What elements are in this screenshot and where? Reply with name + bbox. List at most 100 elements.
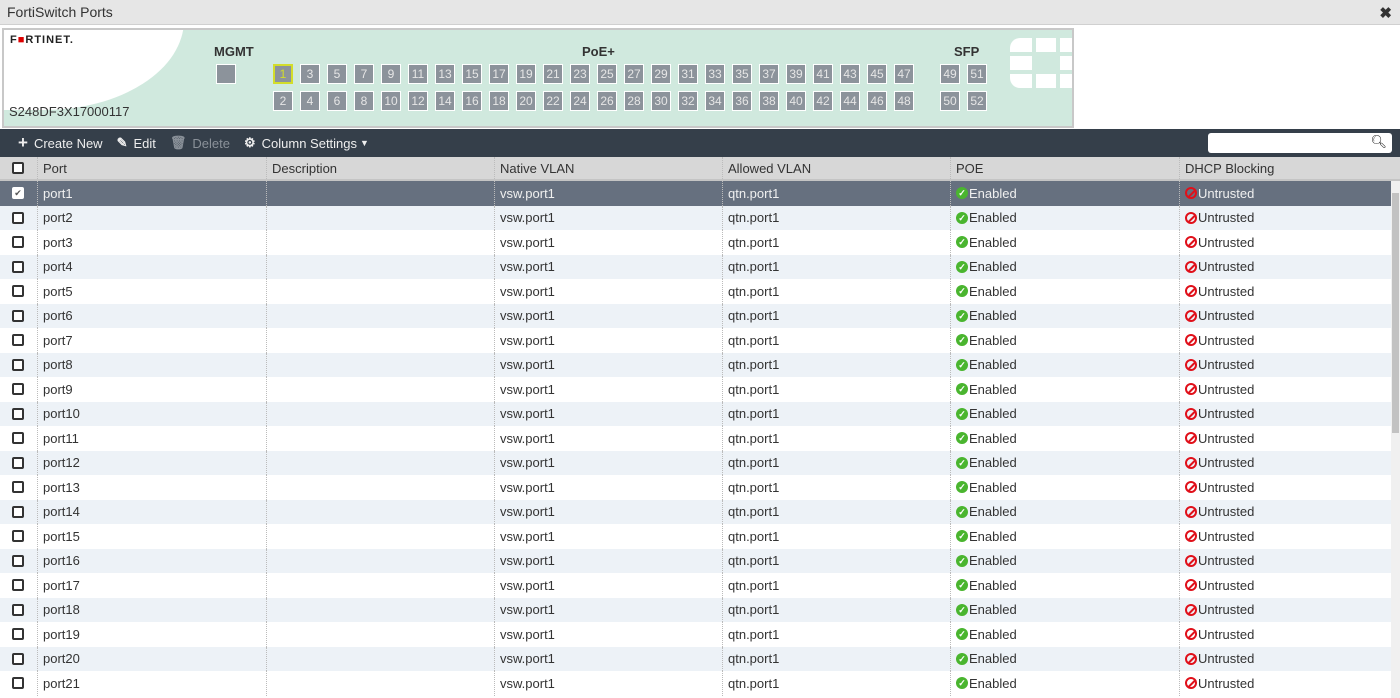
switch-port-51[interactable]: 51 xyxy=(967,64,987,84)
switch-port-46[interactable]: 46 xyxy=(867,91,887,111)
switch-port-38[interactable]: 38 xyxy=(759,91,779,111)
row-checkbox[interactable] xyxy=(12,628,24,640)
table-row[interactable]: port17 vsw.port1 qtn.port1 ✓ Enabled Untruste… xyxy=(0,573,1391,598)
switch-port-48[interactable]: 48 xyxy=(894,91,914,111)
row-checkbox[interactable] xyxy=(12,505,24,518)
switch-port-26[interactable]: 26 xyxy=(597,91,617,111)
table-row[interactable]: port19 vsw.port1 qtn.port1 ✓ Enabled Untruste… xyxy=(0,622,1391,647)
row-checkbox[interactable] xyxy=(12,432,24,444)
table-row[interactable]: port4 vsw.port1 qtn.port1 ✓ Enabled Untrusted xyxy=(0,254,1391,279)
switch-port-19[interactable]: 19 xyxy=(516,64,536,84)
switch-port-14[interactable]: 14 xyxy=(435,91,455,111)
switch-port-12[interactable]: 12 xyxy=(408,91,428,111)
switch-port-5[interactable]: 5 xyxy=(327,64,347,84)
switch-port-37[interactable]: 37 xyxy=(759,64,779,84)
scrollbar[interactable] xyxy=(1391,181,1400,698)
switch-port-7[interactable]: 7 xyxy=(354,64,374,84)
row-checkbox[interactable]: ✔ xyxy=(12,187,24,199)
table-row[interactable]: port5 vsw.port1 qtn.port1 ✓ Enabled Untrusted xyxy=(0,279,1391,304)
switch-port-41[interactable]: 41 xyxy=(813,64,833,84)
switch-port-17[interactable]: 17 xyxy=(489,64,509,84)
switch-port-33[interactable]: 33 xyxy=(705,64,725,84)
switch-port-10[interactable]: 10 xyxy=(381,91,401,111)
scrollbar-thumb[interactable] xyxy=(1392,193,1399,433)
row-checkbox[interactable] xyxy=(12,260,24,273)
switch-port-52[interactable]: 52 xyxy=(967,91,987,111)
switch-port-45[interactable]: 45 xyxy=(867,64,887,84)
table-row[interactable]: port12 vsw.port1 qtn.port1 ✓ Enabled Untruste… xyxy=(0,450,1391,475)
switch-port-27[interactable]: 27 xyxy=(624,64,644,84)
edit-button[interactable]: ✎ Edit xyxy=(117,135,156,151)
switch-port-43[interactable]: 43 xyxy=(840,64,860,84)
row-checkbox[interactable] xyxy=(12,334,24,346)
table-row[interactable]: port2 vsw.port1 qtn.port1 ✓ Enabled Untrusted xyxy=(0,205,1391,230)
switch-port-15[interactable]: 15 xyxy=(462,64,482,84)
table-row[interactable]: port10 vsw.port1 qtn.port1 ✓ Enabled Untruste… xyxy=(0,401,1391,426)
column-settings-button[interactable]: ⚙ Column Settings ▼ xyxy=(244,135,369,151)
select-all-checkbox[interactable] xyxy=(12,162,24,174)
switch-port-16[interactable]: 16 xyxy=(462,91,482,111)
table-row[interactable]: port15 vsw.port1 qtn.port1 ✓ Enabled Untruste… xyxy=(0,524,1391,549)
switch-port-3[interactable]: 3 xyxy=(300,64,320,84)
col-header-port[interactable]: Port xyxy=(37,157,67,179)
table-row[interactable]: port11 vsw.port1 qtn.port1 ✓ Enabled Untruste… xyxy=(0,426,1391,451)
row-checkbox[interactable] xyxy=(12,603,24,616)
search-input[interactable]: 🔍︎ xyxy=(1208,133,1392,153)
switch-port-44[interactable]: 44 xyxy=(840,91,860,111)
table-row[interactable]: port13 vsw.port1 qtn.port1 ✓ Enabled Untruste… xyxy=(0,475,1391,500)
col-header-allowed-vlan[interactable]: Allowed VLAN xyxy=(722,157,811,179)
row-checkbox[interactable] xyxy=(12,554,24,567)
switch-port-34[interactable]: 34 xyxy=(705,91,725,111)
col-header-poe[interactable]: POE xyxy=(950,157,983,179)
switch-port-4[interactable]: 4 xyxy=(300,91,320,111)
row-checkbox[interactable] xyxy=(12,456,24,469)
switch-port-49[interactable]: 49 xyxy=(940,64,960,84)
create-new-button[interactable]: + Create New xyxy=(18,133,103,153)
switch-port-47[interactable]: 47 xyxy=(894,64,914,84)
row-checkbox[interactable] xyxy=(12,407,24,420)
switch-port-2[interactable]: 2 xyxy=(273,91,293,111)
table-row[interactable]: port16 vsw.port1 qtn.port1 ✓ Enabled Untruste… xyxy=(0,548,1391,573)
switch-port-8[interactable]: 8 xyxy=(354,91,374,111)
row-checkbox[interactable] xyxy=(12,285,24,297)
switch-port-35[interactable]: 35 xyxy=(732,64,752,84)
switch-port-25[interactable]: 25 xyxy=(597,64,617,84)
switch-port-9[interactable]: 9 xyxy=(381,64,401,84)
switch-port-1[interactable]: 1 xyxy=(273,64,293,84)
switch-port-22[interactable]: 22 xyxy=(543,91,563,111)
row-checkbox[interactable] xyxy=(12,236,24,248)
switch-port-11[interactable]: 11 xyxy=(408,64,428,84)
switch-port-20[interactable]: 20 xyxy=(516,91,536,111)
col-header-native-vlan[interactable]: Native VLAN xyxy=(494,157,574,179)
switch-port-23[interactable]: 23 xyxy=(570,64,590,84)
row-checkbox[interactable] xyxy=(12,530,24,542)
switch-port-28[interactable]: 28 xyxy=(624,91,644,111)
row-checkbox[interactable] xyxy=(12,358,24,371)
switch-port-6[interactable]: 6 xyxy=(327,91,347,111)
mgmt-port[interactable] xyxy=(216,64,236,84)
table-row[interactable]: port6 vsw.port1 qtn.port1 ✓ Enabled Untrusted xyxy=(0,303,1391,328)
switch-port-29[interactable]: 29 xyxy=(651,64,671,84)
table-row[interactable]: port8 vsw.port1 qtn.port1 ✓ Enabled Untrusted xyxy=(0,352,1391,377)
switch-port-39[interactable]: 39 xyxy=(786,64,806,84)
row-checkbox[interactable] xyxy=(12,579,24,591)
col-header-description[interactable]: Description xyxy=(266,157,337,179)
table-row[interactable]: port14 vsw.port1 qtn.port1 ✓ Enabled Untruste… xyxy=(0,499,1391,524)
switch-port-18[interactable]: 18 xyxy=(489,91,509,111)
table-row[interactable]: port7 vsw.port1 qtn.port1 ✓ Enabled Untrusted xyxy=(0,328,1391,353)
switch-port-36[interactable]: 36 xyxy=(732,91,752,111)
switch-port-40[interactable]: 40 xyxy=(786,91,806,111)
table-row[interactable]: ✔ port1 vsw.port1 qtn.port1 ✓ Enabled Untruste… xyxy=(0,181,1391,206)
switch-port-42[interactable]: 42 xyxy=(813,91,833,111)
row-checkbox[interactable] xyxy=(12,481,24,493)
switch-port-50[interactable]: 50 xyxy=(940,91,960,111)
switch-port-21[interactable]: 21 xyxy=(543,64,563,84)
row-checkbox[interactable] xyxy=(12,383,24,395)
table-row[interactable]: port21 vsw.port1 qtn.port1 ✓ Enabled Untruste… xyxy=(0,671,1391,696)
table-row[interactable]: port3 vsw.port1 qtn.port1 ✓ Enabled Untrusted xyxy=(0,230,1391,255)
row-checkbox[interactable] xyxy=(12,211,24,224)
table-row[interactable]: port20 vsw.port1 qtn.port1 ✓ Enabled Untruste… xyxy=(0,646,1391,671)
row-checkbox[interactable] xyxy=(12,309,24,322)
delete-button[interactable]: 🗑 Delete xyxy=(170,135,230,151)
row-checkbox[interactable] xyxy=(12,652,24,665)
